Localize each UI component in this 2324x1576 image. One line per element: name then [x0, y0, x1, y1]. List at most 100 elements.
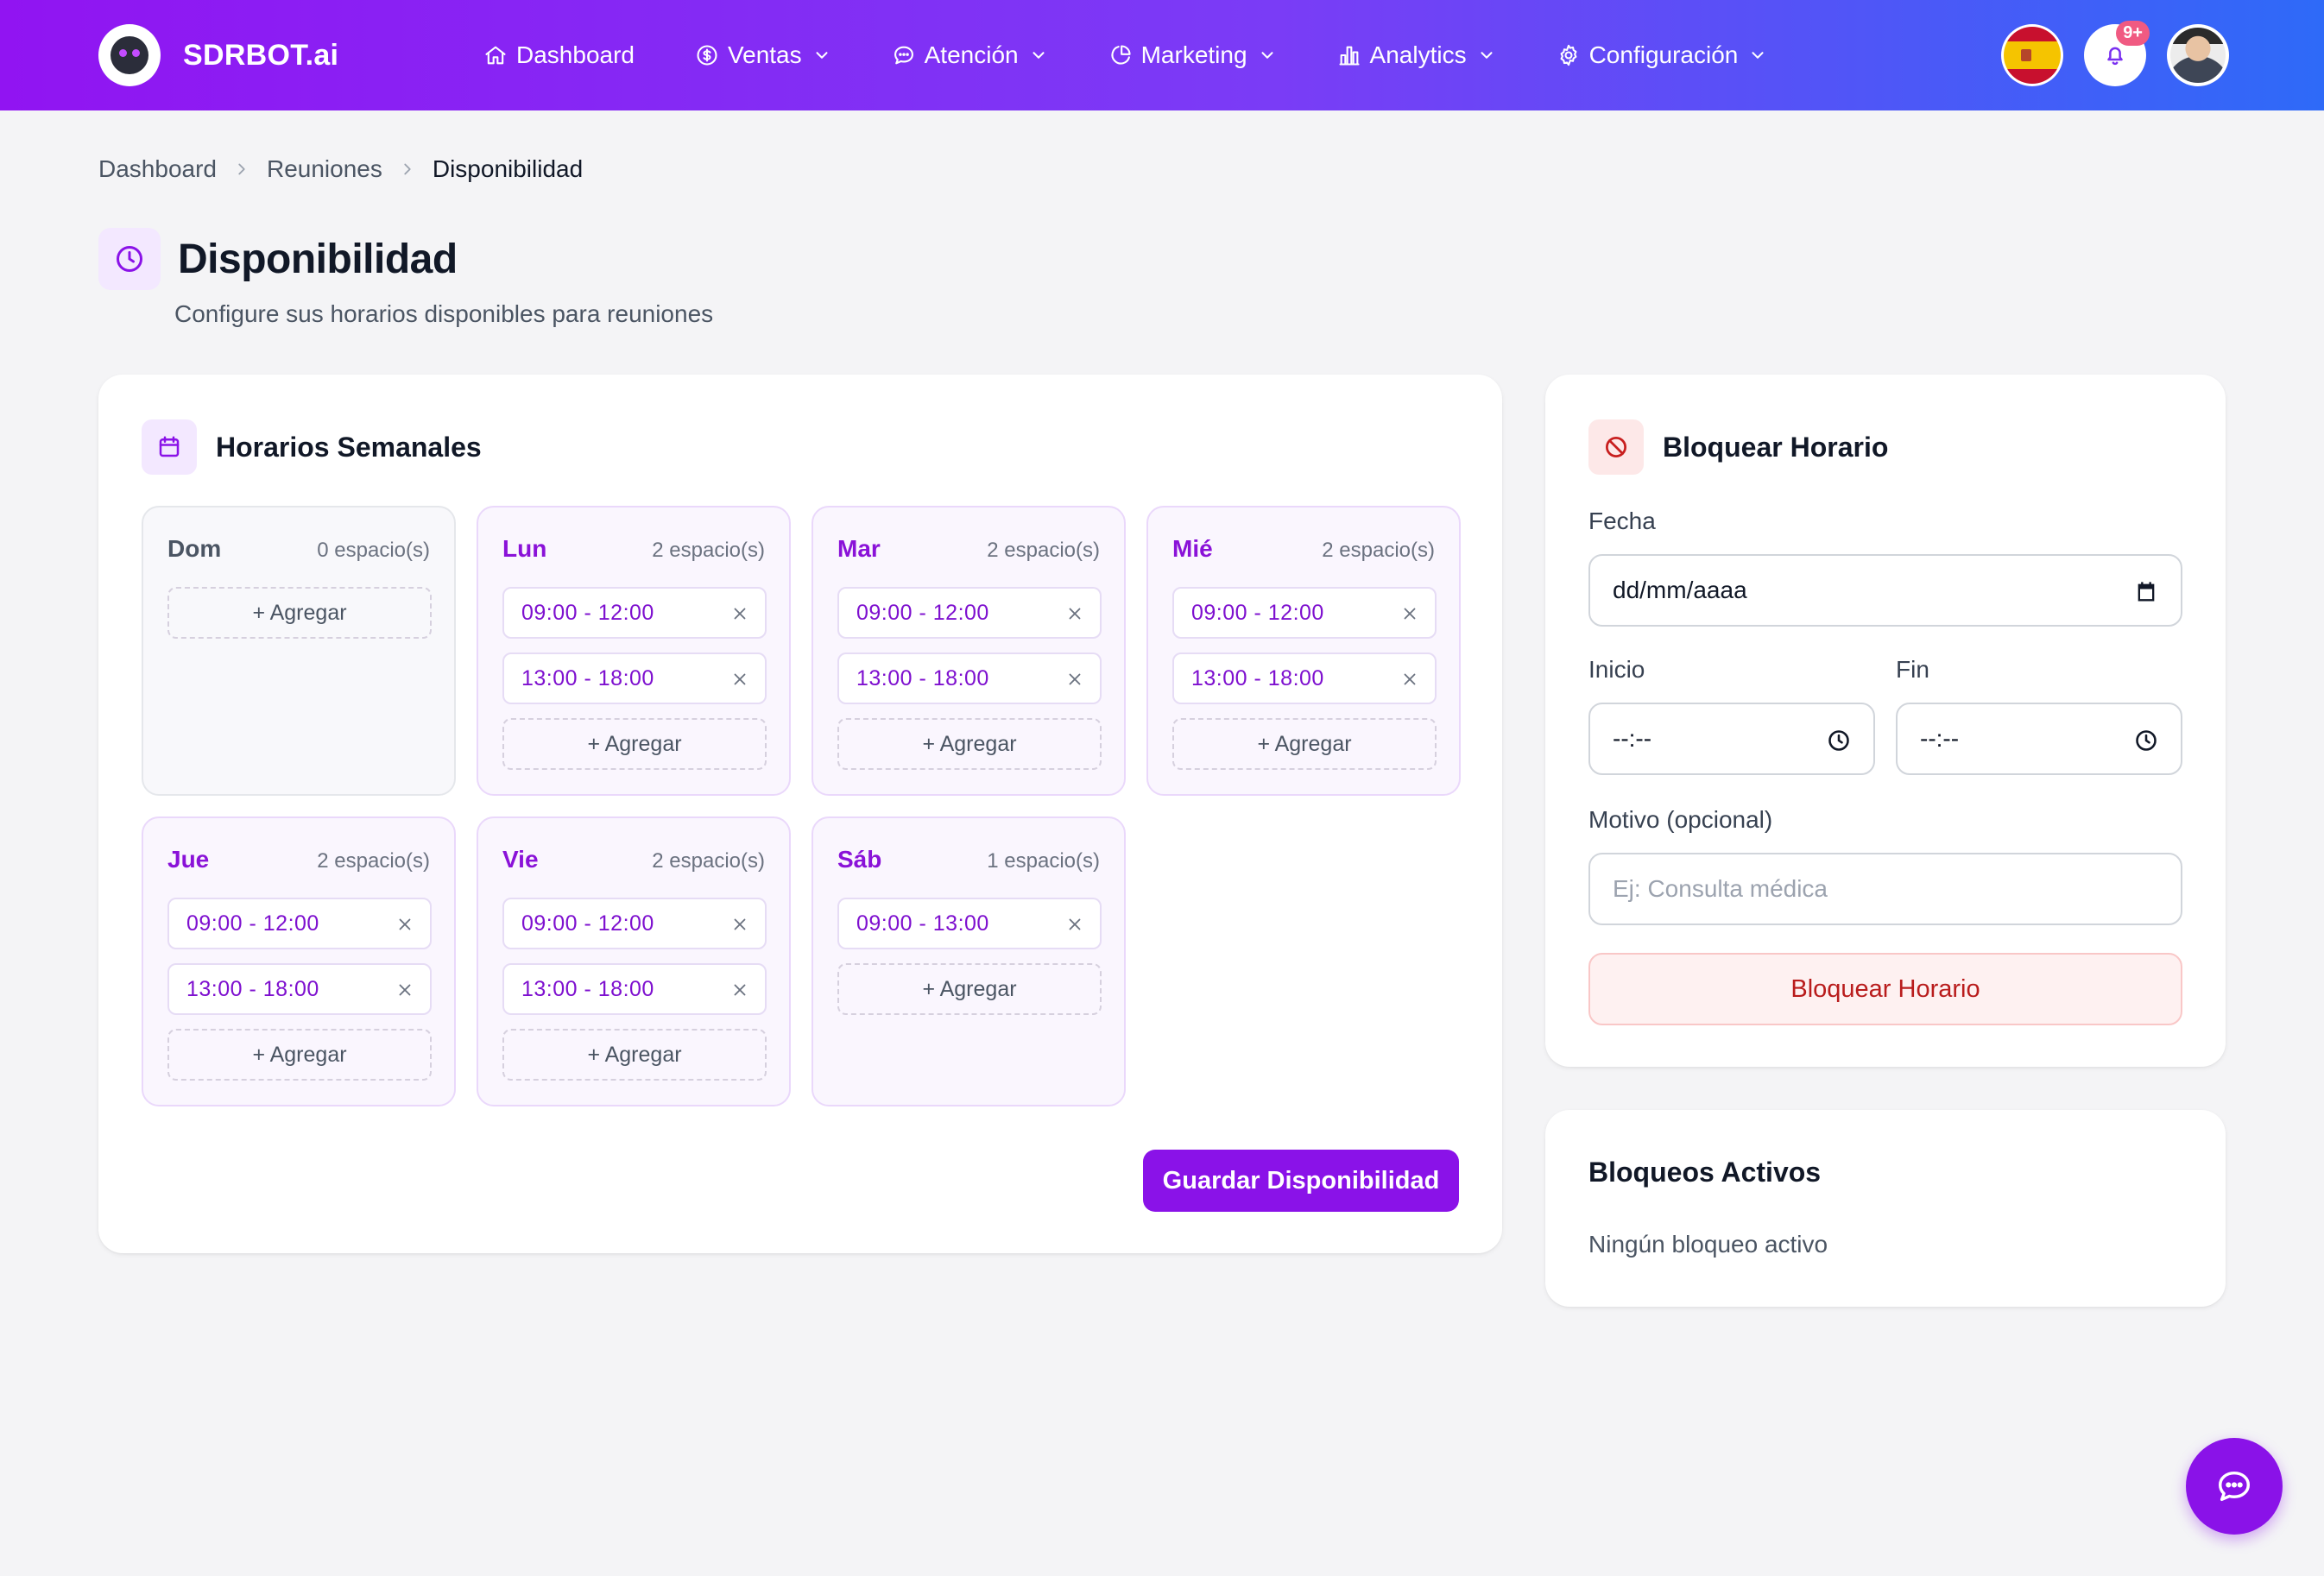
slot-time: 09:00 - 12:00: [521, 911, 654, 936]
pie-chart-icon: [1111, 45, 1131, 65]
notifications-button[interactable]: 9+: [2084, 21, 2150, 86]
clock-icon[interactable]: [1827, 728, 1851, 753]
nav-label: Dashboard: [516, 41, 635, 68]
remove-slot-icon[interactable]: [730, 670, 749, 689]
chevron-right-icon: [404, 163, 411, 175]
add-slot-button[interactable]: + Agregar: [502, 1029, 767, 1081]
remove-slot-icon[interactable]: [730, 980, 749, 999]
chat-bubble-icon: [2218, 1471, 2251, 1502]
breadcrumb-dashboard[interactable]: Dashboard: [98, 155, 217, 183]
chat-bubble-icon: [894, 46, 913, 65]
save-availability-button[interactable]: Guardar Disponibilidad: [1143, 1150, 1459, 1212]
header-actions: 9+: [1980, 21, 2229, 86]
home-icon: [485, 46, 506, 65]
user-avatar[interactable]: [2167, 24, 2229, 86]
chevron-down-icon: [1033, 52, 1045, 59]
reason-input[interactable]: Ej: Consulta médica: [1588, 853, 2182, 925]
time-slot: 13:00 - 18:00: [502, 963, 767, 1015]
time-slot: 09:00 - 13:00: [837, 898, 1102, 949]
remove-slot-icon[interactable]: [730, 604, 749, 623]
gear-icon: [1560, 44, 1577, 66]
slot-time: 13:00 - 18:00: [521, 665, 654, 690]
weekly-card-header: Horarios Semanales: [142, 419, 482, 475]
calendar-icon[interactable]: [2134, 580, 2158, 604]
slot-count: 2 espacio(s): [987, 539, 1100, 562]
clock-icon: [98, 228, 161, 290]
day-name: Mié: [1172, 535, 1213, 562]
reason-label: Motivo (opcional): [1588, 806, 1773, 833]
nav-marketing[interactable]: Marketing: [1108, 41, 1277, 69]
block-time-card: Bloquear Horario Fecha dd/mm/aaaa Inicio…: [1545, 375, 2226, 1067]
bell-icon: [2107, 47, 2123, 66]
slot-count: 2 espacio(s): [317, 849, 430, 873]
slot-count: 1 espacio(s): [987, 849, 1100, 873]
brand[interactable]: SDRBOT.ai: [98, 24, 338, 86]
remove-slot-icon[interactable]: [1400, 670, 1419, 689]
remove-slot-icon[interactable]: [395, 915, 414, 934]
block-card-header: Bloquear Horario: [1588, 419, 1888, 475]
add-slot-button[interactable]: + Agregar: [837, 963, 1102, 1015]
day-column-dom: Dom 0 espacio(s) + Agregar: [142, 506, 456, 796]
active-blocks-card: Bloqueos Activos Ningún bloqueo activo: [1545, 1110, 2226, 1307]
slot-count: 2 espacio(s): [652, 849, 765, 873]
weekly-schedule-card: Horarios Semanales Dom 0 espacio(s) + Ag…: [98, 375, 1502, 1253]
block-card-title: Bloquear Horario: [1663, 431, 1889, 463]
chevron-right-icon: [238, 163, 245, 175]
nav-label: Analytics: [1369, 41, 1467, 68]
end-label: Fin: [1896, 656, 1929, 683]
remove-slot-icon[interactable]: [730, 915, 749, 934]
bar-chart-icon: [1338, 46, 1360, 66]
slot-time: 09:00 - 12:00: [1191, 600, 1324, 625]
page-subtitle: Configure sus horarios disponibles para …: [174, 300, 714, 327]
language-selector[interactable]: [2001, 24, 2063, 86]
time-slot: 13:00 - 18:00: [837, 652, 1102, 704]
remove-slot-icon[interactable]: [1400, 604, 1419, 623]
date-value: dd/mm/aaaa: [1613, 577, 1747, 603]
nav-analytics[interactable]: Analytics: [1337, 41, 1496, 69]
breadcrumb: Dashboard Reuniones Disponibilidad: [98, 155, 583, 183]
chevron-down-icon: [1261, 52, 1273, 59]
nav-atencion[interactable]: Atención: [892, 41, 1048, 69]
slot-time: 13:00 - 18:00: [1191, 665, 1324, 690]
nav-ventas[interactable]: Ventas: [695, 41, 831, 69]
nav-dashboard[interactable]: Dashboard: [483, 41, 635, 69]
chevron-down-icon: [1481, 52, 1493, 59]
remove-slot-icon[interactable]: [395, 980, 414, 999]
add-slot-button[interactable]: + Agregar: [837, 718, 1102, 770]
breadcrumb-current: Disponibilidad: [432, 155, 584, 182]
robot-logo-icon: [98, 24, 161, 86]
brand-name: SDRBOT.ai: [183, 38, 339, 72]
end-time-input[interactable]: --:--: [1896, 703, 2182, 775]
add-slot-button[interactable]: + Agregar: [1172, 718, 1437, 770]
nav-configuracion[interactable]: Configuración: [1557, 41, 1768, 69]
time-slot: 09:00 - 12:00: [502, 898, 767, 949]
main-nav: Dashboard Ventas Atención Marketing Anal…: [483, 0, 1828, 110]
day-name: Mar: [837, 535, 881, 562]
ban-icon: [1588, 419, 1644, 475]
slot-count: 2 espacio(s): [652, 539, 765, 562]
clock-icon[interactable]: [2134, 728, 2158, 753]
slot-time: 09:00 - 12:00: [186, 911, 319, 936]
time-slot: 13:00 - 18:00: [167, 963, 432, 1015]
remove-slot-icon[interactable]: [1065, 604, 1084, 623]
date-input[interactable]: dd/mm/aaaa: [1588, 554, 2182, 627]
date-label: Fecha: [1588, 507, 1656, 534]
time-slot: 09:00 - 12:00: [1172, 587, 1437, 639]
remove-slot-icon[interactable]: [1065, 670, 1084, 689]
chat-button[interactable]: [2186, 1438, 2283, 1535]
day-name: Sáb: [837, 846, 882, 873]
add-slot-button[interactable]: + Agregar: [167, 587, 432, 639]
start-label: Inicio: [1588, 656, 1645, 683]
remove-slot-icon[interactable]: [1065, 915, 1084, 934]
slot-time: 09:00 - 12:00: [856, 600, 989, 625]
add-slot-button[interactable]: + Agregar: [502, 718, 767, 770]
time-slot: 09:00 - 12:00: [502, 587, 767, 639]
active-blocks-title: Bloqueos Activos: [1588, 1157, 1822, 1188]
block-time-button[interactable]: Bloquear Horario: [1588, 953, 2182, 1025]
dollar-icon: [697, 45, 717, 66]
start-time-input[interactable]: --:--: [1588, 703, 1875, 775]
add-slot-button[interactable]: + Agregar: [167, 1029, 432, 1081]
active-blocks-empty: Ningún bloqueo activo: [1588, 1231, 1828, 1258]
day-column-jue: Jue 2 espacio(s) 09:00 - 12:00 13:00 - 1…: [142, 816, 456, 1106]
breadcrumb-reuniones[interactable]: Reuniones: [267, 155, 382, 183]
